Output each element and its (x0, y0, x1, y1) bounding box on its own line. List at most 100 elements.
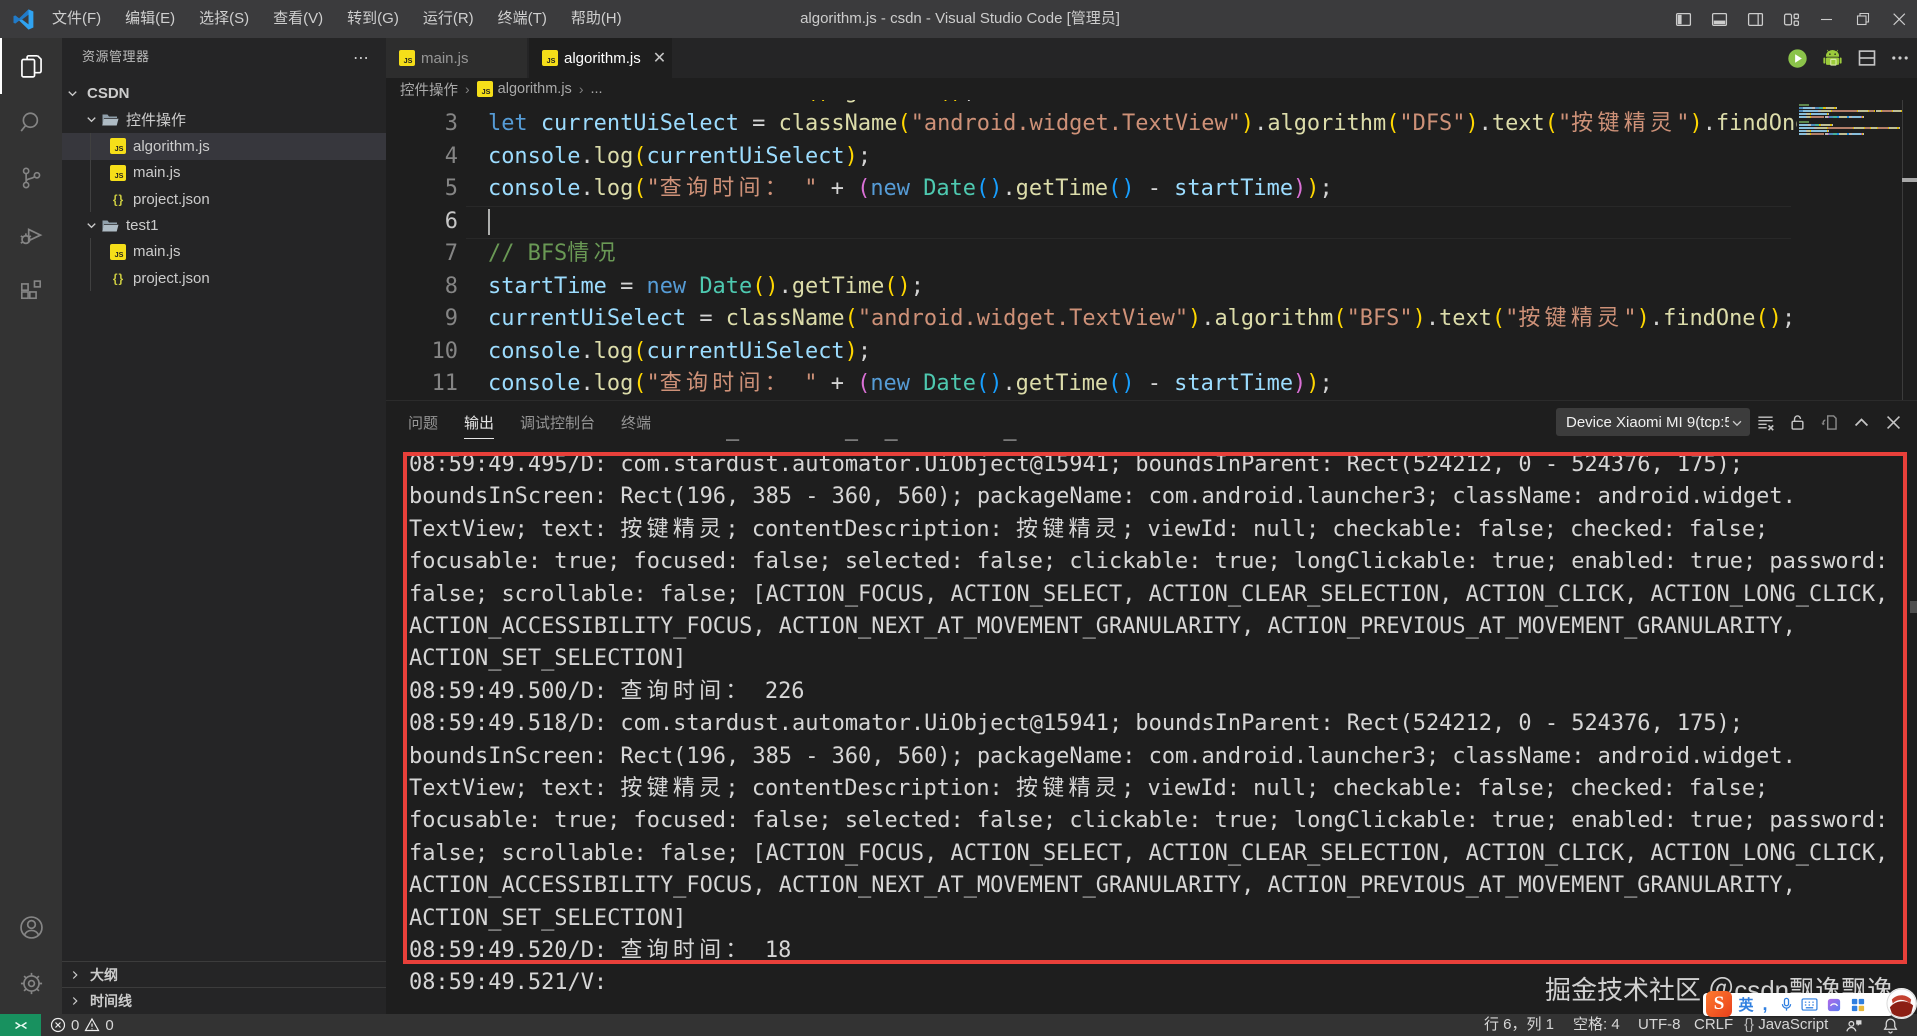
menu-help[interactable]: 帮助(H) (559, 0, 634, 38)
tree-item-CSDN[interactable]: CSDN (62, 80, 386, 107)
js-file-icon: JS (110, 243, 126, 260)
open-output-in-editor-icon[interactable] (1820, 413, 1839, 432)
language-label: JavaScript (1758, 1016, 1829, 1033)
status-indent[interactable]: 空格: 4 (1573, 1014, 1620, 1036)
ime-toolbox-icon[interactable] (1849, 994, 1867, 1015)
minimap-line (1817, 127, 1827, 130)
search-icon[interactable] (0, 94, 62, 150)
output-line: ACTION_SET_SELECTION] (409, 646, 687, 672)
explorer-icon[interactable] (0, 38, 62, 94)
code-line-11: 11 console.log("查询时间： " + (new Date().get… (386, 368, 1797, 400)
breadcrumb-file[interactable]: algorithm.js (498, 81, 572, 97)
ime-toolbar: S 英 , (1703, 991, 1893, 1017)
minimap-line (1831, 109, 1858, 112)
menu-edit[interactable]: 编辑(E) (113, 0, 187, 38)
ime-punct-icon[interactable]: , (1758, 994, 1772, 1015)
chevron-right-icon (68, 994, 82, 1008)
sidebar-section-outline[interactable]: 大纲 (62, 961, 386, 987)
status-eol[interactable]: CRLF (1694, 1014, 1733, 1036)
line-number: 6 (444, 208, 458, 234)
toggle-primary-sidebar-icon[interactable] (1665, 0, 1701, 38)
restore-icon[interactable] (1845, 0, 1881, 38)
split-editor-icon[interactable] (1857, 48, 1877, 68)
code-text: console.log(currentUiSelect); (488, 338, 872, 364)
code-text: startTime = new Date().getTime(); (488, 273, 924, 299)
chevron-right-icon (68, 968, 82, 982)
menu-terminal[interactable]: 终端(T) (486, 0, 559, 38)
customize-layout-icon[interactable] (1773, 0, 1809, 38)
output-log[interactable]: GRANULARITY, ACTION_PREVIOUS_AT_MOVEMENT… (386, 438, 1917, 1015)
android-device-icon[interactable] (1822, 48, 1843, 69)
menu-go[interactable]: 转到(G) (335, 0, 411, 38)
code-editor[interactable]: 1// DFS情况2let startTime = new Date().get… (386, 100, 1797, 400)
sidebar-section-timeline[interactable]: 时间线 (62, 987, 386, 1013)
scrollbar-track (1902, 100, 1903, 400)
clear-output-icon[interactable] (1756, 413, 1775, 432)
feedback-icon[interactable] (1845, 1014, 1862, 1036)
run-script-icon[interactable] (1787, 48, 1808, 69)
maximize-panel-icon[interactable] (1852, 413, 1871, 432)
device-dropdown[interactable]: Device Xiaomi MI 9(tcp:5555) (1556, 408, 1750, 436)
more-actions-icon[interactable] (1891, 49, 1909, 67)
ime-mic-icon[interactable] (1777, 994, 1795, 1015)
toggle-secondary-sidebar-icon[interactable] (1737, 0, 1773, 38)
source-control-icon[interactable] (0, 150, 62, 206)
menu-selection[interactable]: 选择(S) (187, 0, 261, 38)
minimap-line (1799, 124, 1809, 127)
warning-icon (84, 1017, 100, 1032)
minimap-line (1852, 115, 1862, 118)
toggle-panel-icon[interactable] (1701, 0, 1737, 38)
menu-view[interactable]: 查看(V) (261, 0, 335, 38)
tree-item-test1[interactable]: test1 (62, 212, 386, 239)
svg-text:{ }: { } (113, 193, 124, 207)
tree-item-main.js[interactable]: JS main.js (62, 159, 386, 186)
chevron-right-icon: › (578, 81, 584, 97)
chevron-right-icon: › (465, 81, 470, 97)
minimap-line (1822, 124, 1830, 127)
breadcrumb-symbol[interactable]: ... (590, 81, 602, 97)
problems-status[interactable]: 0 0 (50, 1014, 114, 1036)
status-encoding[interactable]: UTF-8 (1638, 1014, 1681, 1036)
ime-keyboard-icon[interactable] (1799, 994, 1819, 1015)
extensions-icon[interactable] (0, 262, 62, 318)
tree-item-main.js[interactable]: JS main.js (62, 238, 386, 265)
minimap-line (1799, 130, 1807, 133)
minimap-line (1827, 112, 1829, 115)
panel-scrollbar[interactable] (1910, 601, 1917, 613)
ime-skin-icon[interactable] (1825, 994, 1843, 1015)
run-debug-icon[interactable] (0, 206, 62, 262)
settings-gear-icon[interactable] (0, 955, 62, 1011)
close-tab-icon[interactable]: ✕ (653, 48, 666, 68)
tab-main-js[interactable]: JS main.js (386, 38, 528, 78)
minimap[interactable] (1797, 100, 1902, 400)
remote-indicator[interactable] (0, 1014, 41, 1036)
line-number: 11 (431, 371, 458, 397)
close-panel-icon[interactable] (1884, 413, 1903, 432)
close-window-icon[interactable] (1881, 0, 1917, 38)
unlock-auto-scroll-icon[interactable] (1788, 413, 1807, 432)
tab-label: algorithm.js (564, 49, 641, 67)
tree-item-xxxx[interactable]: 控件操作 (62, 106, 386, 133)
status-language[interactable]: {} JavaScript (1744, 1014, 1828, 1036)
minimap-line (1799, 115, 1807, 118)
tree-item-project.json[interactable]: { } project.json (62, 186, 386, 213)
code-line-3: 3 let currentUiSelect = className("androi… (386, 108, 1797, 141)
minimize-icon[interactable] (1809, 0, 1845, 38)
breadcrumb-folder[interactable]: 控件操作 (400, 79, 458, 100)
tree-item-algorithm.js[interactable]: JS algorithm.js (62, 132, 386, 160)
output-line: ACTION_ACCESSIBILITY_FOCUS, ACTION_NEXT_… (409, 873, 1796, 899)
overview-ruler-cursor (1902, 178, 1917, 182)
menu-run[interactable]: 运行(R) (411, 0, 486, 38)
account-icon[interactable] (0, 899, 62, 955)
output-line: boundsInScreen: Rect(196, 385 - 360, 560… (409, 743, 1796, 769)
minimap-line (1811, 115, 1825, 118)
tree-item-project.json[interactable]: { } project.json (62, 265, 386, 292)
minimap-line (1803, 106, 1813, 109)
ime-lang-badge[interactable]: 英 (1737, 994, 1755, 1015)
menu-file[interactable]: 文件(F) (40, 0, 113, 38)
status-line-col[interactable]: 行 6，列 1 (1484, 1014, 1554, 1036)
sogou-logo[interactable]: S (1706, 991, 1732, 1017)
ime-ball-logo[interactable] (1886, 988, 1917, 1019)
editor-tab-bar: JS main.js JS algorithm.js ✕ (386, 38, 1917, 78)
tab-algorithm-js[interactable]: JS algorithm.js ✕ (529, 38, 672, 78)
